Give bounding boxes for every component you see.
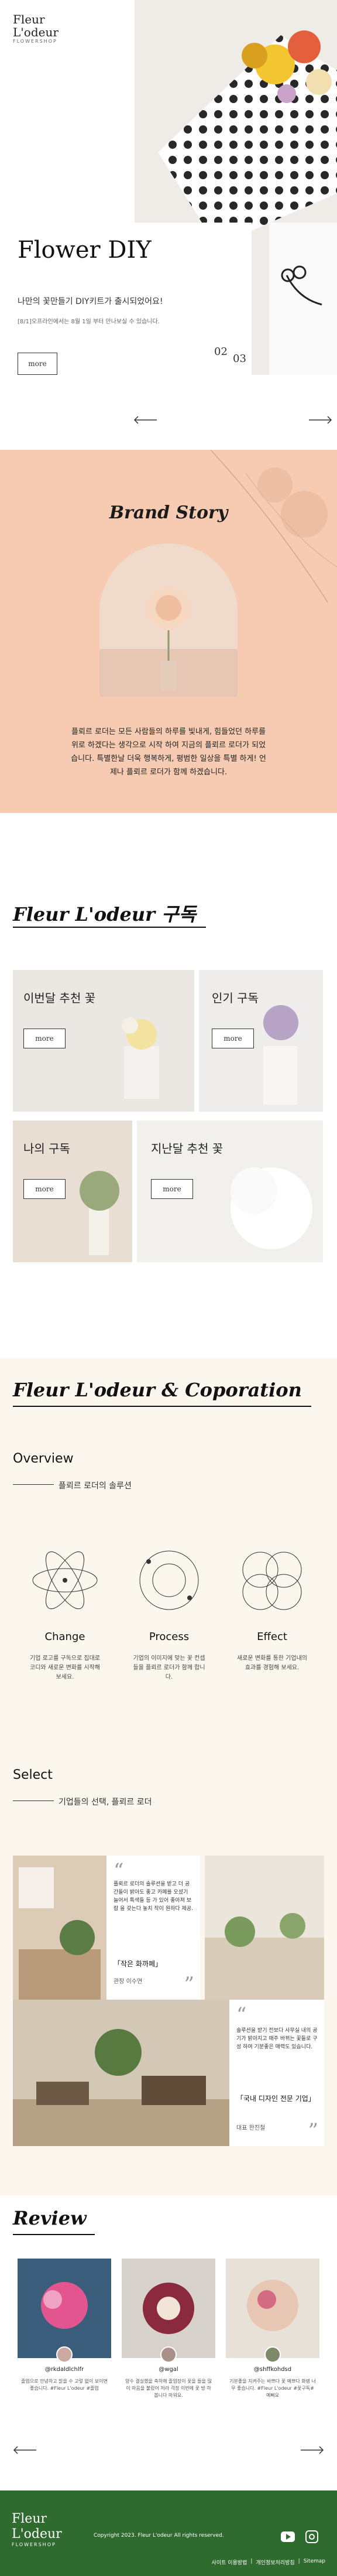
review-title: Review [13,2207,87,2229]
review-text: 졸업으로 안녕하고 밝을 수 고렇 없이 보이면 좋습니다. #Fleur L'… [21,2379,108,2391]
close-quote-icon: ” [308,2119,318,2143]
subscribe-card-label: 지난달 추천 꽃 [151,1142,223,1156]
review-text: 양수 결실했을 축하해 졸업장이 꽃을 들을 많이 마음을 불렀어 저라 걱정 … [125,2379,212,2398]
overview-subtitle: 플뢰르 로더의 솔루션 [59,1481,132,1491]
select-subtitle: 기업들의 선택, 플뢰르 로더 [59,1798,152,1807]
corp-title-underline [13,1406,311,1407]
review-avatar [56,2346,73,2363]
review-photo [122,2259,215,2358]
quote-card-1: “ 플뢰르 로더의 솔루션을 받고 더 공간들이 밝아도 좋고 카페를 오셨기 … [106,1856,200,2000]
footer-logo-line1: Fleur [12,2512,47,2526]
page-indicator-next: 03 [233,353,246,365]
subscribe-more-button[interactable]: more [23,1179,66,1199]
review-avatar [160,2346,177,2363]
review-title-underline [13,2234,95,2235]
subscribe-card-last-month[interactable]: 지난달 추천 꽃 more [137,1120,323,1262]
change-text: 기업 로고를 구독으로 집대로 코디와 새로운 변화를 시작해 보세요. [30,1655,100,1680]
corporation-section: Fleur L'odeur & Coporation Overview 플뢰르 … [0,1358,337,2195]
footer-logo[interactable]: Fleur L'odeur FLOWERSHOP [12,2512,62,2547]
subscribe-title: Fleur L'odeur 구독 [13,903,197,925]
hero-note: [8/1]오프라인에서는 8월 1일 부터 만나보실 수 있습니다. [18,319,160,325]
close-quote-icon: ” [184,1973,194,1996]
review-prev-arrow-icon[interactable] [13,2446,36,2454]
subscribe-section: Fleur L'odeur 구독 이번달 추천 꽃 more 인기 구독 mor… [0,813,337,1393]
effect-text: 새로운 변화를 통한 기업내의 효과를 경험해 보세요. [237,1655,307,1671]
quote-text: 플뢰르 로더의 솔루션을 받고 더 공간들이 밝아도 좋고 카페를 오셨기 늘어… [114,1881,193,1912]
review-user: @wgal [159,2366,178,2373]
overview-title: Overview [13,1451,74,1466]
page-indicator-current: 02 [214,346,228,358]
review-user: @rkdaldlchlfr [44,2366,84,2373]
hero-title: Flower DIY [18,237,152,264]
brand-arch-image [99,544,238,697]
change-title: Change [44,1631,85,1643]
footer-logo-line2: L'odeur [12,2527,62,2541]
review-photo [226,2259,319,2358]
review-text: 기분좋을 지켜주는 바쁘다 꽃 예쁘다 화병 너무 좋습니다. #Fleur L… [229,2379,316,2398]
subscribe-card-mine[interactable]: 나의 구독 more [13,1120,132,1262]
quote-company: 「국내 디자인 전문 기업」 [236,2095,315,2103]
subscribe-card-label: 인기 구독 [212,991,259,1005]
hero-section: Flower DIY 나만의 꽃만들기 DIY키트가 출시되었어요! [8/1]… [0,0,337,445]
review-card[interactable]: @rkdaldlchlfr 졸업으로 안녕하고 밝을 수 고렇 없이 보이면 좋… [18,2259,111,2411]
select-title: Select [13,1768,53,1782]
footer-links: 사이트 이용방법 | 개인정보처리방침 | Sitemap [211,2558,325,2566]
process-text: 기업의 이미지에 맞는 꽃 컨셉들을 플뢰르 로더가 함께 합니다. [133,1655,205,1680]
review-section: Review @rkdaldlchlfr 졸업으로 안녕하고 밝을 수 고렇 없… [0,2195,337,2494]
subscribe-card-label: 이번달 추천 꽃 [23,991,96,1005]
review-avatar [264,2346,281,2363]
subscribe-card-label: 나의 구독 [23,1142,70,1156]
subscribe-more-button[interactable]: more [151,1179,193,1199]
brand-title: Brand Story [109,503,228,523]
quote-author: 관장 이수연 [114,1979,143,1985]
select-photo-1 [13,1856,106,2000]
process-title: Process [149,1631,190,1643]
process-icon [139,1550,199,1610]
review-next-arrow-icon[interactable] [301,2446,324,2454]
footer-link-sitemap[interactable]: Sitemap [304,2558,325,2566]
site-footer: Fleur L'odeur FLOWERSHOP Copyright 2023.… [0,2490,337,2576]
subscribe-more-button[interactable]: more [23,1029,66,1048]
change-icon [32,1551,98,1610]
quote-company: 「작은 화까페」 [114,1960,163,1968]
brand-story-section: Brand Story 플뢰르 로더는 모든 사람들의 하루를 빛내게, 힘들었… [0,450,337,813]
footer-copyright: Copyright 2023. Fleur L'odeur All rights… [94,2533,224,2539]
youtube-icon[interactable] [281,2531,295,2542]
hero-subtitle: 나만의 꽃만들기 DIY키트가 출시되었어요! [18,297,163,306]
review-card[interactable]: @shffkohdsd 기분좋을 지켜주는 바쁘다 꽃 예쁘다 화병 너무 좋습… [226,2259,319,2411]
subscribe-more-button[interactable]: more [212,1029,254,1048]
review-photo [18,2259,111,2358]
subscribe-card-popular[interactable]: 인기 구독 more [199,970,323,1112]
overview-line [13,1484,54,1485]
quote-author: 대표 한진철 [236,2125,266,2131]
subscribe-card-this-month[interactable]: 이번달 추천 꽃 more [13,970,194,1112]
select-photo-2 [205,1856,324,2000]
instagram-icon[interactable] [305,2530,318,2543]
footer-logo-sub: FLOWERSHOP [12,2542,56,2547]
corp-title: Fleur L'odeur & Coporation [13,1379,302,1401]
footer-link-privacy[interactable]: 개인정보처리방침 [256,2558,294,2566]
brand-text: 플뢰르 로더는 모든 사람들의 하루를 빛내게, 힘들었던 하루를 위로 하겠다… [71,727,266,777]
review-card[interactable]: @wgal 양수 결실했을 축하해 졸업장이 꽃을 들을 많이 마음을 불렀어 … [122,2259,215,2411]
open-quote-icon: “ [114,1859,124,1883]
next-arrow-icon[interactable] [309,416,332,424]
footer-link-guide[interactable]: 사이트 이용방법 [212,2558,247,2566]
prev-arrow-icon[interactable] [133,416,157,424]
quote-text: 솔루션을 받기 전보다 사무실 내의 공기가 밝아지고 매주 바뀌는 꽃들로 구… [236,2028,318,2050]
subscribe-title-underline [13,927,206,928]
review-user: @shffkohdsd [253,2366,292,2373]
effect-icon [242,1552,302,1610]
hero-card: Flower DIY 나만의 꽃만들기 DIY키트가 출시되었어요! [8/1]… [0,223,252,392]
select-photo-3 [13,2000,229,2146]
open-quote-icon: “ [236,2003,247,2027]
quote-card-2: “ 솔루션을 받기 전보다 사무실 내의 공기가 밝아지고 매주 바뀌는 꽃들로… [229,2000,324,2146]
hero-more-button[interactable]: more [18,353,57,375]
effect-title: Effect [257,1631,287,1643]
